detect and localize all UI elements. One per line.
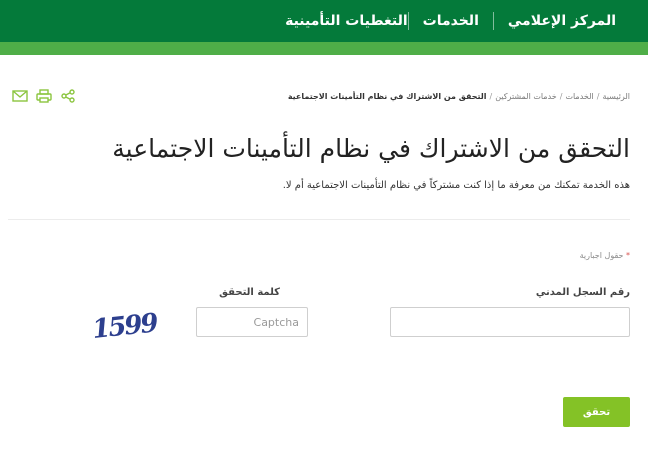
print-icon[interactable] xyxy=(36,89,52,103)
captcha-label: كلمة التحقق xyxy=(219,287,280,298)
breadcrumb-services[interactable]: الخدمات xyxy=(565,92,593,101)
page-tools xyxy=(12,89,76,103)
section-divider xyxy=(8,219,630,220)
breadcrumb-separator: / xyxy=(559,92,563,101)
civil-id-label: رقم السجل المدني xyxy=(535,287,630,298)
email-icon[interactable] xyxy=(12,89,28,103)
top-navigation-bar: التغطيات التأمينية الخدمات المركز الإعلا… xyxy=(0,0,648,42)
nav-item-insurance-coverage[interactable]: التغطيات التأمينية xyxy=(271,0,408,42)
page: التغطيات التأمينية الخدمات المركز الإعلا… xyxy=(0,0,648,473)
breadcrumb-home[interactable]: الرئيسية xyxy=(602,92,630,101)
page-title: التحقق من الاشتراك في نظام التأمينات الا… xyxy=(112,134,630,163)
verify-button[interactable]: تحقق xyxy=(563,397,630,427)
share-icon[interactable] xyxy=(60,89,76,103)
nav-separator xyxy=(492,12,494,30)
required-fields-note: * حقول اجبارية xyxy=(580,251,630,260)
captcha-input[interactable] xyxy=(196,307,308,337)
breadcrumb: الرئيسية / الخدمات / خدمات المشتركين / ا… xyxy=(288,92,630,101)
captcha-image: 1599 xyxy=(91,308,160,342)
civil-id-input[interactable] xyxy=(390,307,630,337)
required-fields-text: حقول اجبارية xyxy=(579,251,624,260)
header-accent-band xyxy=(0,42,648,55)
required-star: * xyxy=(626,251,630,260)
nav-item-services[interactable]: الخدمات xyxy=(409,0,493,42)
nav-item-media-center[interactable]: المركز الإعلامي xyxy=(494,0,630,42)
main-nav: التغطيات التأمينية الخدمات المركز الإعلا… xyxy=(271,0,630,42)
breadcrumb-current: التحقق من الاشتراك في نظام التأمينات الا… xyxy=(287,92,487,101)
breadcrumb-subscriber-services[interactable]: خدمات المشتركين xyxy=(495,92,557,101)
captcha-image-text: 1599 xyxy=(91,308,160,342)
breadcrumb-separator: / xyxy=(596,92,600,101)
breadcrumb-separator: / xyxy=(489,92,493,101)
page-description: هذه الخدمة تمكنك من معرفة ما إذا كنت مشت… xyxy=(282,180,630,191)
